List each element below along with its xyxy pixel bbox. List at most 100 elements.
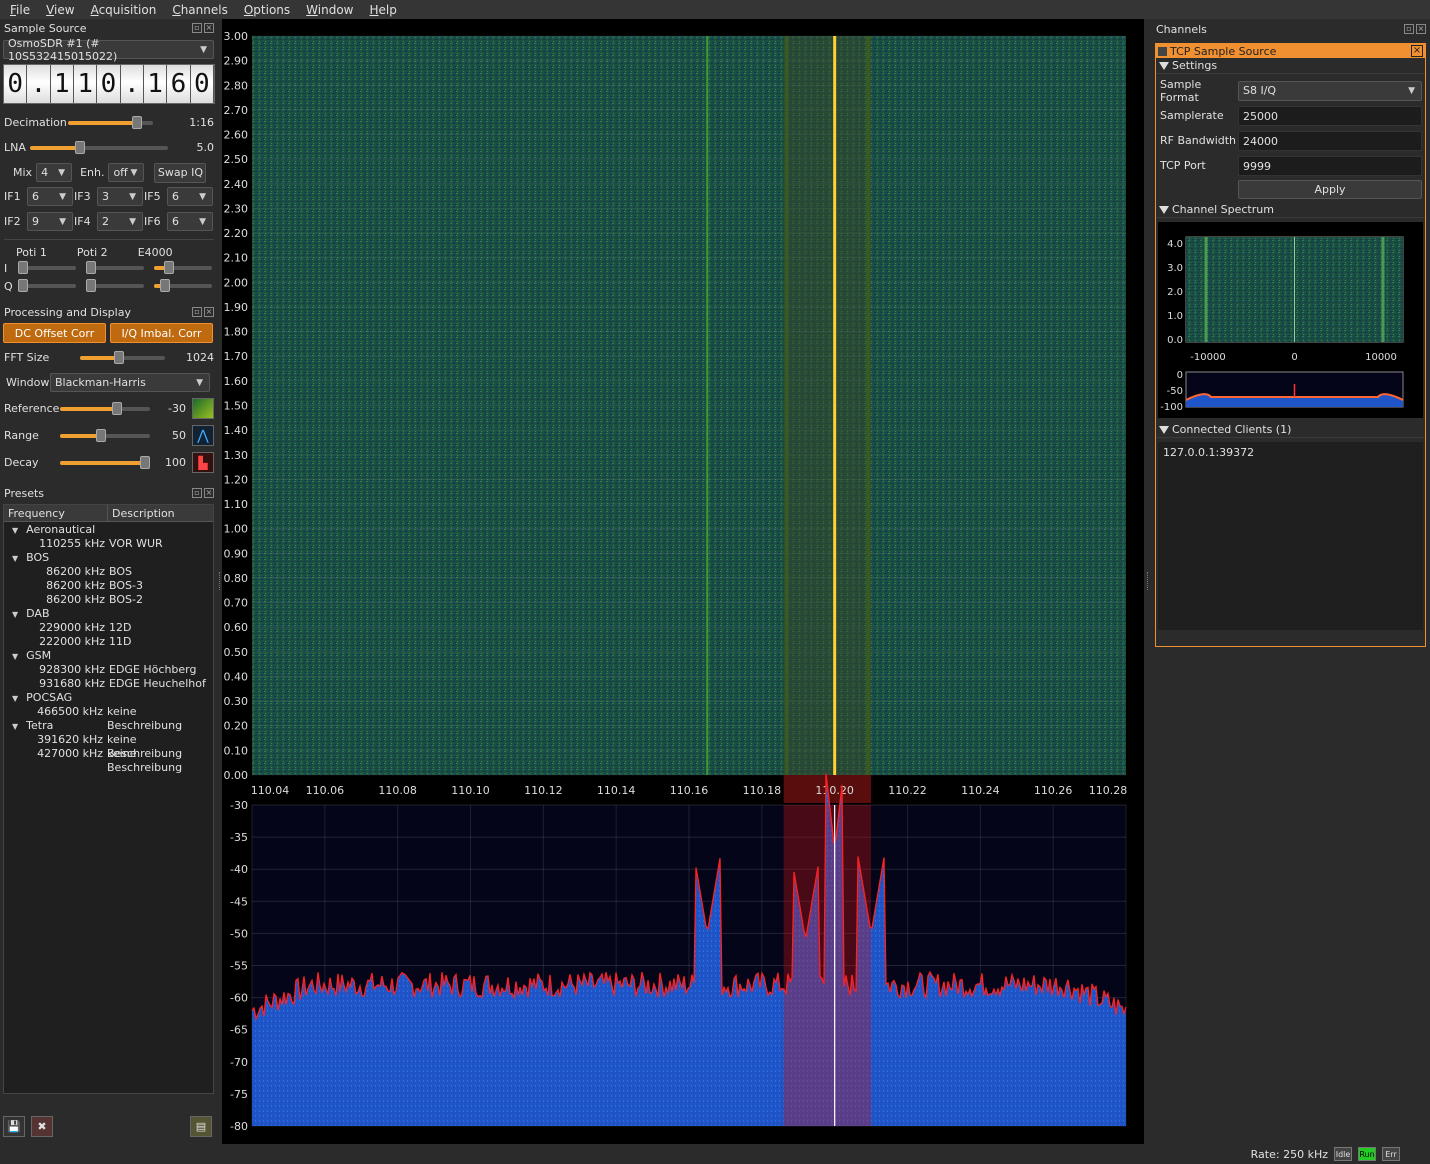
spectrum-view[interactable]: 3.00 2.90 2.80 2.70 2.60 2.50 2.40 2.30 2.20 2.10… — [222, 19, 1144, 1144]
float-icon[interactable]: ▫ — [192, 23, 202, 33]
preset-group[interactable]: BOS — [4, 551, 213, 565]
spectrum-plot[interactable]: -30 -35 -40 -45 -50 -55 -60 -65 -70 -75 -80 — [230, 773, 1127, 1133]
preset-item[interactable]: 222000 kHz 11D — [4, 635, 213, 649]
frequency-digit[interactable]: 6 — [167, 65, 191, 103]
menu-options[interactable]: Options — [234, 3, 296, 17]
setting-input[interactable]: 9999 — [1238, 155, 1422, 176]
menu-channels[interactable]: Channels — [162, 3, 234, 17]
menu-window[interactable]: Window — [296, 3, 359, 17]
range-label: Range — [4, 429, 39, 442]
float-icon[interactable]: ▫ — [192, 307, 202, 317]
delete-preset-icon[interactable]: ✖ — [31, 1116, 53, 1137]
menu-help[interactable]: Help — [359, 3, 402, 17]
frequency-dial[interactable]: 0.110.160 — [3, 64, 215, 104]
channel-spectrum-view[interactable]: 4.0 3.0 2.0 1.0 0.0 -10000 0 10000 0 -50 -100 — [1158, 222, 1423, 418]
if-gain-select[interactable]: 3 ▼ — [97, 187, 143, 206]
decimation-slider[interactable] — [68, 115, 153, 129]
frequency-digit[interactable]: 1 — [143, 65, 168, 103]
frequency-column-header[interactable]: Frequency — [4, 505, 108, 521]
if-gain-select[interactable]: 6 ▼ — [167, 212, 213, 231]
close-icon[interactable]: × — [204, 307, 214, 317]
save-preset-icon[interactable]: 💾 — [3, 1116, 25, 1137]
poti2-q-slider[interactable] — [86, 279, 144, 292]
menu-view[interactable]: View — [36, 3, 80, 17]
float-icon[interactable]: ▫ — [192, 488, 202, 498]
decay-slider[interactable] — [60, 455, 150, 469]
preset-item[interactable]: 86200 kHz BOS-2 — [4, 593, 213, 607]
fft-size-slider[interactable] — [80, 350, 165, 364]
spectrum-style-icon[interactable]: ⋀ — [192, 425, 214, 446]
preset-frequency: 110255 kHz — [39, 537, 105, 550]
preset-item[interactable]: 931680 kHz EDGE Heuchelhof — [4, 677, 213, 691]
waterfall-color-icon[interactable] — [192, 398, 214, 419]
if-gain-select[interactable]: 6 ▼ — [27, 187, 73, 206]
preset-frequency: 86200 kHz — [46, 579, 105, 592]
preset-description: 11D — [109, 635, 132, 648]
setting-input[interactable]: 24000 — [1238, 130, 1422, 151]
preset-item[interactable]: 466500 kHz keine Beschreibung — [4, 705, 213, 732]
channel-band-overlay[interactable] — [783, 805, 872, 1126]
frequency-digit[interactable]: 0 — [97, 65, 121, 103]
if-gain-select[interactable]: 9 ▼ — [27, 212, 73, 231]
mix-select[interactable]: 4 ▼ — [36, 163, 73, 182]
preset-item[interactable]: 928300 kHz EDGE Höchberg — [4, 663, 213, 677]
preset-item[interactable]: 229000 kHz 12D — [4, 621, 213, 635]
poti1-q-slider[interactable] — [18, 279, 76, 292]
enh-select[interactable]: off ▼ — [108, 163, 145, 182]
range-slider[interactable] — [60, 428, 150, 442]
if-gain-select[interactable]: 6 ▼ — [167, 187, 213, 206]
frequency-digit[interactable]: 0 — [4, 65, 28, 103]
preset-item[interactable]: 110255 kHz VOR WUR — [4, 537, 213, 551]
splitter-handle[interactable] — [219, 572, 222, 590]
close-icon[interactable]: × — [1416, 24, 1426, 34]
preset-group[interactable]: DAB — [4, 607, 213, 621]
if-gain-select[interactable]: 2 ▼ — [97, 212, 143, 231]
dc-offset-corr-button[interactable]: DC Offset Corr — [3, 323, 106, 343]
reference-slider[interactable] — [60, 401, 150, 415]
e4000-i-slider[interactable] — [154, 261, 212, 274]
iq-imbal-corr-button[interactable]: I/Q Imbal. Corr — [110, 323, 213, 343]
histogram-icon[interactable]: ▙ — [192, 452, 214, 473]
splitter-handle[interactable] — [1147, 572, 1150, 590]
frequency-digit[interactable]: . — [27, 65, 51, 103]
channel-spectrum-plot[interactable]: 4.0 3.0 2.0 1.0 0.0 -10000 0 10000 0 -50 -100 — [1158, 222, 1422, 418]
window-select[interactable]: Blackman-Harris ▼ — [50, 373, 210, 392]
setting-input[interactable]: 25000 — [1238, 105, 1422, 126]
e4000-q-slider[interactable] — [154, 279, 212, 292]
preset-item[interactable]: 391620 kHz keine Beschreibung — [4, 733, 213, 760]
preset-group[interactable]: POCSAG — [4, 691, 213, 705]
waterfall-and-spectrum[interactable]: 3.00 2.90 2.80 2.70 2.60 2.50 2.40 2.30 2.20 2.10… — [222, 19, 1144, 1144]
device-select[interactable]: OsmoSDR #1 (# 10S532415015022) ▼ — [3, 37, 214, 63]
frequency-digit[interactable]: . — [120, 65, 144, 103]
preset-group[interactable]: GSM — [4, 649, 213, 663]
mix-value: 4 — [41, 166, 49, 179]
frequency-digit[interactable]: 1 — [73, 65, 98, 103]
preset-group[interactable]: Aeronautical — [4, 523, 213, 537]
poti1-i-slider[interactable] — [18, 261, 76, 274]
float-icon[interactable]: ▫ — [1404, 24, 1414, 34]
description-column-header[interactable]: Description — [108, 505, 213, 521]
preset-item[interactable]: 86200 kHz BOS-3 — [4, 579, 213, 593]
close-icon[interactable]: × — [1411, 45, 1423, 57]
load-preset-icon[interactable]: ▤ — [190, 1116, 212, 1137]
menu-file[interactable]: File — [0, 3, 36, 17]
frequency-digit[interactable]: 1 — [50, 65, 74, 103]
menu-acquisition[interactable]: Acquisition — [81, 3, 163, 17]
close-icon[interactable]: × — [204, 23, 214, 33]
preset-item[interactable]: 427000 kHz keine Beschreibung — [4, 747, 213, 774]
connected-clients-section[interactable]: Connected Clients (1) — [1156, 422, 1425, 438]
apply-button[interactable]: Apply — [1238, 180, 1422, 199]
waterfall[interactable]: 3.00 2.90 2.80 2.70 2.60 2.50 2.40 2.30 2.20 2.10… — [224, 30, 1128, 803]
channel-band-overlay[interactable] — [783, 36, 872, 775]
sample-format-select[interactable]: S8 I/Q ▼ — [1238, 80, 1422, 101]
preset-item[interactable]: 86200 kHz BOS — [4, 565, 213, 579]
channel-spectrum-section[interactable]: Channel Spectrum — [1156, 202, 1425, 218]
settings-section[interactable]: Settings — [1156, 58, 1425, 74]
lna-slider[interactable] — [30, 140, 168, 154]
frequency-digit[interactable]: 0 — [190, 65, 214, 103]
swap-iq-button[interactable]: Swap IQ — [154, 162, 207, 183]
setting-row: TCP Port 9999 — [1158, 153, 1422, 178]
poti2-i-slider[interactable] — [86, 261, 144, 274]
close-icon[interactable]: × — [204, 488, 214, 498]
client-item[interactable]: 127.0.0.1:39372 — [1163, 446, 1418, 459]
